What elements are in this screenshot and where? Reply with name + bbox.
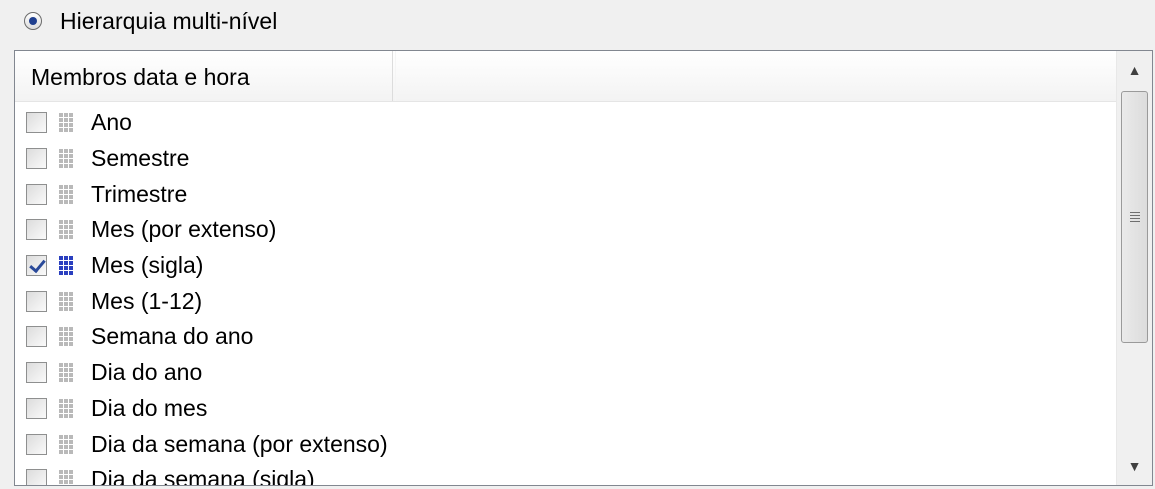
list-item[interactable]: Mes (sigla) bbox=[15, 248, 1117, 284]
list-item[interactable]: Ano bbox=[15, 105, 1117, 141]
list-item-label: Trimestre bbox=[91, 180, 188, 207]
checkbox[interactable] bbox=[26, 219, 47, 241]
list-item[interactable]: Dia da semana (por extenso) bbox=[15, 426, 1117, 462]
list-item-label: Semana do ano bbox=[91, 323, 254, 350]
list-item-label: Mes (sigla) bbox=[91, 252, 204, 279]
list-item-label: Mes (1-12) bbox=[91, 287, 203, 314]
grid-icon bbox=[59, 255, 74, 276]
checkbox[interactable] bbox=[26, 469, 47, 485]
grid-icon bbox=[59, 184, 74, 205]
list-item-label: Semestre bbox=[91, 145, 190, 172]
list-item[interactable]: Dia do ano bbox=[15, 355, 1117, 391]
grid-icon bbox=[59, 148, 74, 169]
radio-selected-dot bbox=[29, 17, 37, 25]
list-item[interactable]: Dia do mes bbox=[15, 391, 1117, 427]
grid-icon bbox=[59, 112, 74, 133]
radio-label: Hierarquia multi-nível bbox=[60, 7, 278, 34]
list-item[interactable]: Semana do ano bbox=[15, 319, 1117, 355]
checkbox[interactable] bbox=[26, 397, 47, 419]
vertical-scrollbar[interactable]: ▲ ▼ bbox=[1116, 51, 1152, 485]
list-item-label: Ano bbox=[91, 109, 132, 136]
grid-icon bbox=[59, 434, 74, 455]
checkbox[interactable] bbox=[26, 362, 47, 384]
grid-icon bbox=[59, 326, 74, 347]
list-rows: Ano Semestre Trimestre Mes (por extenso) Mes… bbox=[15, 105, 1117, 486]
list-item-label: Dia da semana (sigla) bbox=[91, 466, 315, 486]
radio-hierarquia-multinivel[interactable]: Hierarquia multi-nível bbox=[24, 6, 277, 36]
list-item[interactable]: Trimestre bbox=[15, 176, 1117, 212]
checkbox[interactable] bbox=[26, 290, 47, 312]
column-header-empty bbox=[395, 51, 1117, 101]
list-item-label: Mes (por extenso) bbox=[91, 216, 277, 243]
checkbox[interactable] bbox=[26, 255, 47, 277]
grip-icon bbox=[1129, 212, 1140, 222]
checkbox[interactable] bbox=[26, 183, 47, 205]
grid-icon bbox=[59, 469, 74, 485]
grid-icon bbox=[59, 398, 74, 419]
list-item-label: Dia da semana (por extenso) bbox=[91, 430, 388, 457]
list-item-label: Dia do mes bbox=[91, 394, 208, 421]
grid-icon bbox=[59, 291, 74, 312]
checkbox[interactable] bbox=[26, 326, 47, 348]
column-header-membros[interactable]: Membros data e hora bbox=[15, 51, 393, 101]
list-item-label: Dia do ano bbox=[91, 359, 203, 386]
grid-icon bbox=[59, 362, 74, 383]
radio-button-icon[interactable] bbox=[24, 12, 42, 30]
checkbox[interactable] bbox=[26, 148, 47, 170]
scroll-down-button[interactable]: ▼ bbox=[1117, 447, 1152, 485]
scroll-up-button[interactable]: ▲ bbox=[1117, 51, 1152, 89]
members-list-panel: Membros data e hora Ano Semestre Trimestre… bbox=[14, 50, 1153, 486]
grid-icon bbox=[59, 219, 74, 240]
checkbox[interactable] bbox=[26, 433, 47, 455]
scroll-thumb[interactable] bbox=[1121, 91, 1148, 343]
list-header: Membros data e hora bbox=[15, 51, 1117, 102]
list-item[interactable]: Semestre bbox=[15, 141, 1117, 177]
list-item[interactable]: Mes (1-12) bbox=[15, 283, 1117, 319]
list-item[interactable]: Dia da semana (sigla) bbox=[15, 462, 1117, 486]
list-item[interactable]: Mes (por extenso) bbox=[15, 212, 1117, 248]
checkbox[interactable] bbox=[26, 112, 47, 134]
